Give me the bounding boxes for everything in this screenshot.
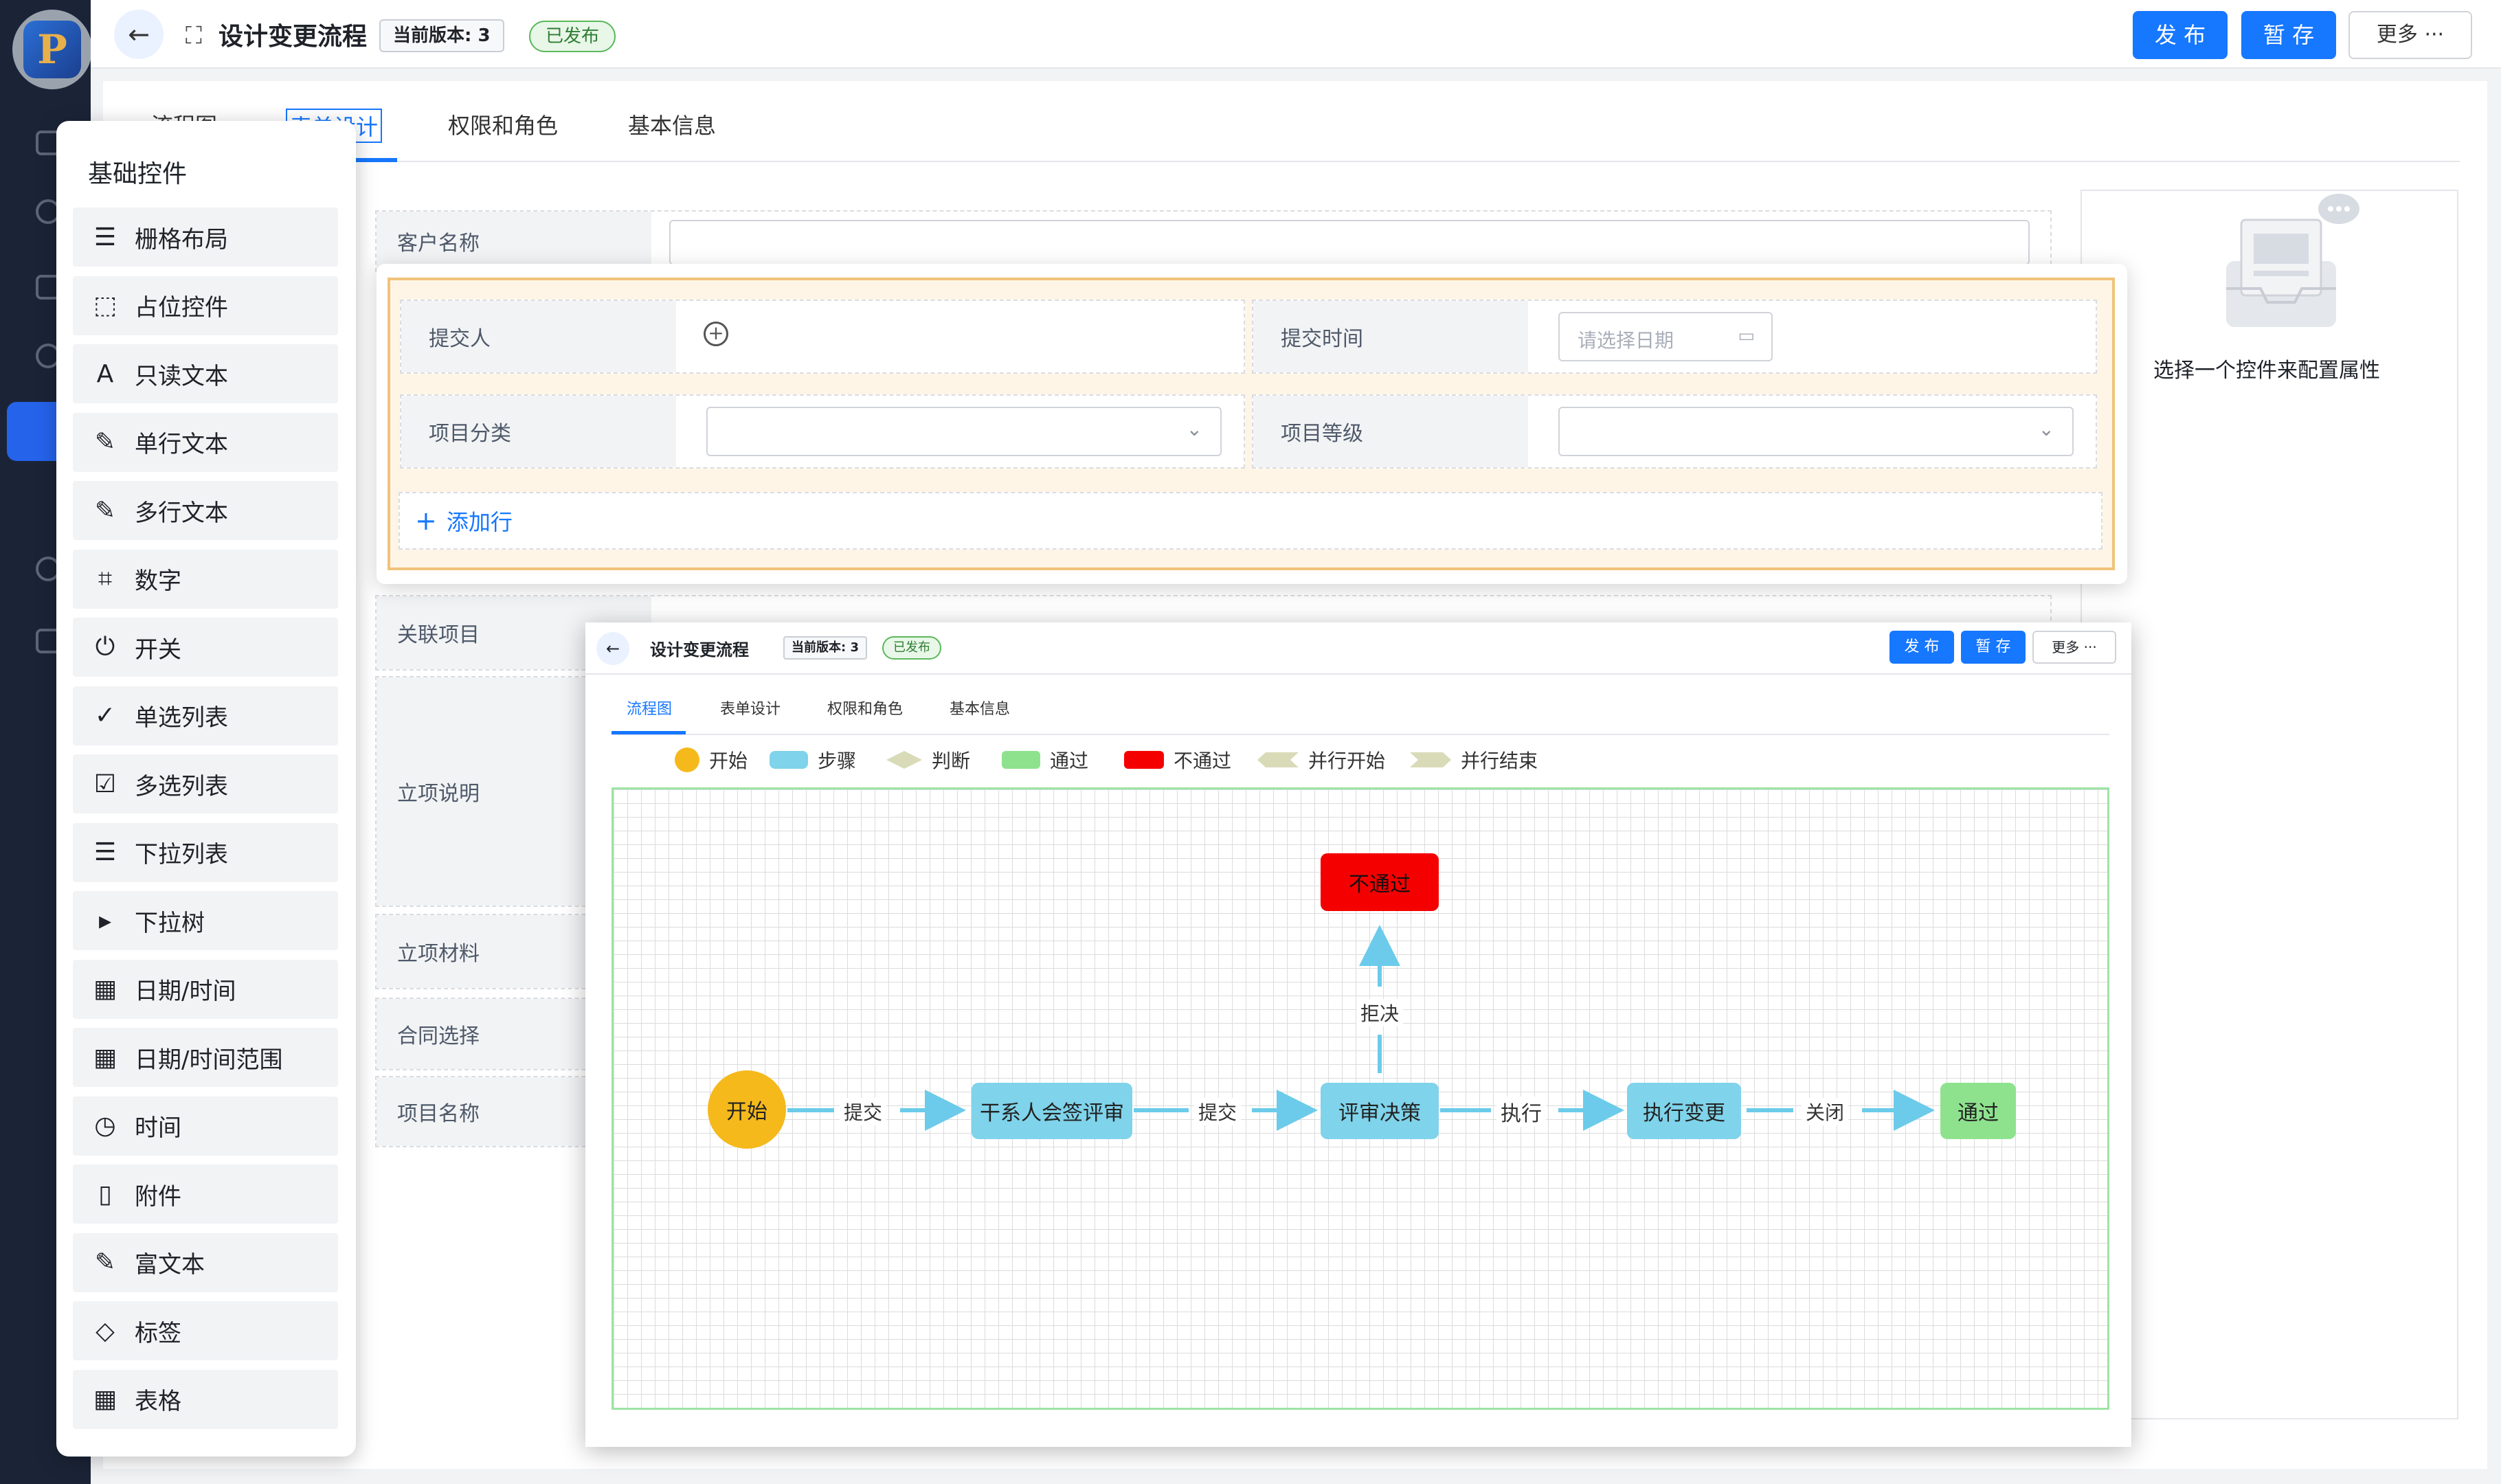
edge-label-close: 关闭 xyxy=(1802,1098,1849,1125)
flow-node-review[interactable]: 干系人会签评审 xyxy=(972,1083,1132,1139)
flow-node-execute[interactable]: 执行变更 xyxy=(1627,1083,1741,1139)
edge-label-submit: 提交 xyxy=(1194,1098,1242,1125)
edge-label-submit: 提交 xyxy=(840,1098,887,1125)
flow-node-pass[interactable]: 通过 xyxy=(1940,1083,2016,1139)
flow-node-decision[interactable]: 评审决策 xyxy=(1321,1083,1439,1139)
flow-edges xyxy=(787,925,1935,1131)
edge-label-refuse: 拒决 xyxy=(1356,999,1404,1026)
edge-label-execute: 执行 xyxy=(1496,1097,1546,1127)
flow-node-start[interactable]: 开始 xyxy=(708,1070,786,1149)
flow-node-reject[interactable]: 不通过 xyxy=(1321,853,1439,911)
